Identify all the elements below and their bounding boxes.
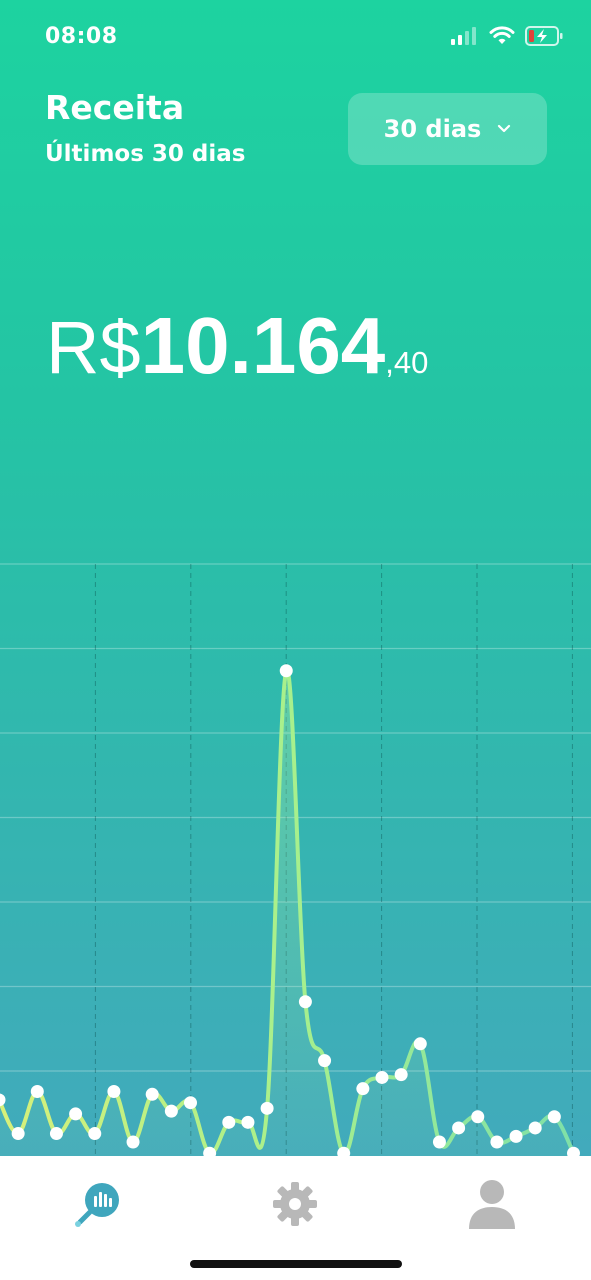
- status-time: 08:08: [45, 24, 118, 49]
- chart-point: [241, 1115, 255, 1129]
- chart-point: [318, 1054, 332, 1068]
- chart-point: [260, 1101, 274, 1115]
- chart-point: [356, 1082, 370, 1096]
- chart-point: [164, 1104, 178, 1118]
- chart-point: [11, 1127, 25, 1141]
- chart-point: [88, 1127, 102, 1141]
- page-title: Receita: [45, 88, 185, 127]
- chart-point: [0, 1093, 6, 1107]
- chart-point: [126, 1135, 140, 1149]
- status-bar: 08:08: [0, 0, 591, 72]
- tab-profile[interactable]: [452, 1170, 532, 1238]
- page-subtitle: Últimos 30 dias: [45, 141, 246, 167]
- chart-point: [432, 1135, 446, 1149]
- chart-point: [145, 1087, 159, 1101]
- chart-point: [222, 1115, 236, 1129]
- chart-point: [69, 1107, 83, 1121]
- chart-point: [49, 1127, 63, 1141]
- chart-point: [30, 1084, 44, 1098]
- dashboard-screen: 08:08 Receita Últimos 30 dias 30 dias R$…: [0, 0, 591, 1156]
- total-revenue: R$10.164,40: [46, 300, 428, 392]
- revenue-chart: [0, 563, 591, 1156]
- chart-point: [413, 1037, 427, 1051]
- chart-point: [528, 1121, 542, 1135]
- chart-point: [279, 664, 293, 678]
- user-icon: [469, 1180, 515, 1229]
- chart-point: [471, 1110, 485, 1124]
- signal-icon: [451, 27, 476, 45]
- chart-point: [184, 1096, 197, 1110]
- total-currency: R$: [46, 306, 141, 389]
- total-integer: 10.164: [140, 301, 386, 390]
- period-select-value: 30 dias: [383, 115, 482, 143]
- chart-point: [298, 995, 312, 1009]
- home-indicator: [190, 1260, 402, 1268]
- chart-search-icon: [75, 1183, 119, 1227]
- chart-point: [547, 1110, 561, 1124]
- gear-icon: [273, 1182, 317, 1226]
- tab-dashboard[interactable]: [58, 1170, 138, 1238]
- chart-area: [0, 670, 574, 1156]
- chart-point: [509, 1129, 523, 1143]
- chart-point: [452, 1121, 466, 1135]
- battery-charging-icon: [525, 26, 563, 46]
- chevron-down-icon: [498, 124, 511, 133]
- chart-point: [490, 1135, 504, 1149]
- chart-point: [394, 1068, 408, 1082]
- status-icons: [451, 26, 563, 46]
- wifi-icon: [489, 26, 515, 44]
- total-decimal: ,40: [385, 345, 429, 380]
- tab-settings[interactable]: [255, 1170, 335, 1238]
- chart-point: [375, 1070, 389, 1084]
- chart-point: [107, 1084, 121, 1098]
- period-select[interactable]: 30 dias: [348, 93, 547, 165]
